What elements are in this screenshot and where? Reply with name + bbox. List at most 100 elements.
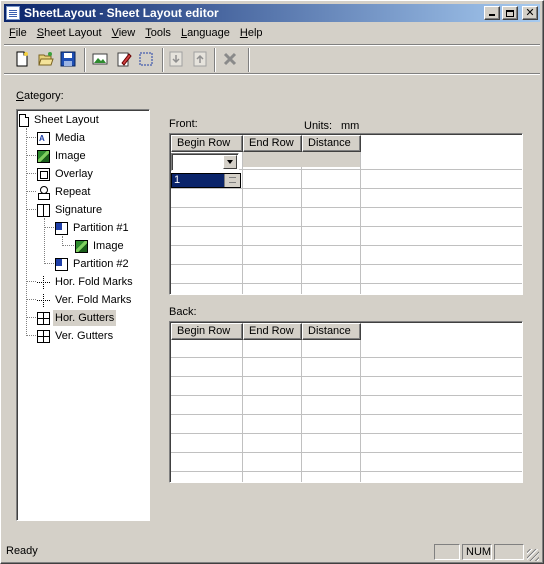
tree-connector	[26, 173, 36, 174]
grid-line	[171, 471, 522, 472]
grid-line	[171, 452, 522, 453]
tree-item-overlay[interactable]: Overlay	[37, 166, 93, 182]
back-grid[interactable]: Begin Row End Row Distance	[169, 321, 523, 483]
menu-language[interactable]: Language	[176, 24, 235, 42]
spinner-buttons[interactable]	[224, 174, 240, 187]
toolbar-separator	[162, 48, 164, 72]
menu-help[interactable]: Help	[235, 24, 268, 42]
tree-item-ver-gutters[interactable]: Ver. Gutters	[37, 328, 113, 344]
minimize-icon	[489, 14, 495, 16]
image-icon	[37, 149, 50, 163]
grid-line	[171, 188, 522, 189]
delete-icon[interactable]	[222, 51, 238, 67]
front-col-end-row[interactable]: End Row	[243, 135, 302, 152]
maximize-button[interactable]	[502, 6, 518, 20]
tree-item-partition-1[interactable]: Partition #1	[55, 220, 129, 236]
edit-icon[interactable]	[116, 51, 132, 67]
back-col-end-row[interactable]: End Row	[243, 323, 302, 340]
tree-connector	[44, 263, 54, 264]
back-col-distance[interactable]: Distance	[302, 323, 361, 340]
grid-line	[171, 245, 522, 246]
menu-view[interactable]: View	[107, 24, 141, 42]
gutters-icon	[37, 311, 50, 325]
close-icon: ✕	[525, 6, 535, 19]
tree-item-hor-gutters[interactable]: Hor. Gutters	[37, 310, 117, 326]
grid-line	[242, 152, 243, 294]
tree-connector	[26, 137, 36, 138]
units-value: mm	[341, 120, 360, 132]
toolbar	[4, 44, 540, 74]
move-up-icon[interactable]	[192, 51, 208, 67]
menu-file[interactable]: File	[4, 24, 32, 42]
media-icon	[37, 131, 50, 147]
grid-line	[171, 376, 522, 377]
toolbar-separator	[84, 48, 86, 72]
fold-marks-icon	[37, 293, 50, 307]
back-label: Back:	[169, 306, 197, 318]
status-bar: Ready NUM	[4, 542, 540, 562]
menu-tools[interactable]: Tools	[140, 24, 176, 42]
fold-marks-icon	[37, 275, 50, 289]
tree-item-media[interactable]: Media	[37, 130, 85, 147]
partition-icon	[55, 257, 68, 271]
toolbar-separator	[214, 48, 216, 72]
grid-line	[171, 207, 522, 208]
status-panel-num: NUM	[462, 544, 492, 560]
save-icon[interactable]	[60, 51, 76, 67]
repeat-icon	[37, 185, 50, 200]
tree-item-hor-fold-marks[interactable]: Hor. Fold Marks	[37, 274, 133, 290]
new-icon[interactable]	[14, 51, 30, 67]
title-bar[interactable]: SheetLayout - Sheet Layout editor ✕	[4, 4, 540, 22]
tree-item-image[interactable]: Image	[37, 148, 86, 164]
resize-grip[interactable]	[527, 549, 539, 561]
begin-row-spinner[interactable]: 1	[171, 173, 241, 188]
units-label: Units:	[304, 120, 333, 132]
gutters-icon	[37, 329, 50, 343]
back-grid-header: Begin Row End Row Distance	[171, 323, 361, 340]
tree-item-sheet-layout[interactable]: Sheet Layout	[18, 112, 99, 128]
status-panel-scroll	[494, 544, 524, 560]
front-col-distance[interactable]: Distance	[302, 135, 361, 152]
menu-sheet-layout[interactable]: Sheet Layout	[32, 24, 107, 42]
front-grid-header: Begin Row End Row Distance	[171, 135, 361, 152]
grid-line	[242, 340, 243, 482]
partition-icon	[55, 221, 68, 235]
tree-item-ver-fold-marks[interactable]: Ver. Fold Marks	[37, 292, 131, 308]
category-tree[interactable]: Sheet Layout Media Image Overlay Repeat …	[16, 109, 150, 521]
grid-line	[171, 283, 522, 284]
tree-connector	[26, 299, 36, 300]
tree-item-partition-2[interactable]: Partition #2	[55, 256, 129, 272]
close-button[interactable]: ✕	[522, 6, 538, 20]
tree-connector	[26, 317, 36, 318]
grid-line	[171, 357, 522, 358]
grid-line	[171, 395, 522, 396]
front-col-begin-row[interactable]: Begin Row	[171, 135, 243, 152]
grid-line	[360, 340, 361, 482]
tree-connector	[44, 227, 54, 228]
overlay-icon	[37, 167, 50, 181]
front-label: Front:	[169, 118, 198, 130]
begin-row-value[interactable]: 1	[174, 174, 180, 187]
tree-item-signature[interactable]: Signature	[37, 202, 102, 218]
tree-connector	[26, 155, 36, 156]
select-icon[interactable]	[138, 51, 154, 67]
chevron-down-icon[interactable]	[223, 155, 237, 169]
back-col-begin-row[interactable]: Begin Row	[171, 323, 243, 340]
begin-row-combo[interactable]	[171, 153, 239, 171]
category-label: Category:	[16, 90, 64, 102]
grid-line	[171, 433, 522, 434]
minimize-button[interactable]	[484, 6, 500, 20]
window-title: SheetLayout - Sheet Layout editor	[24, 6, 219, 20]
grid-line	[171, 414, 522, 415]
app-icon	[6, 6, 20, 20]
image-icon	[75, 239, 88, 253]
move-down-icon[interactable]	[168, 51, 184, 67]
status-panel-caps	[434, 544, 460, 560]
tree-item-partition-image[interactable]: Image	[75, 238, 124, 254]
tree-connector	[26, 281, 36, 282]
open-icon[interactable]	[38, 51, 54, 67]
grid-line	[171, 226, 522, 227]
image-icon[interactable]	[92, 51, 108, 67]
grid-line	[301, 152, 302, 294]
tree-item-repeat[interactable]: Repeat	[37, 184, 90, 200]
